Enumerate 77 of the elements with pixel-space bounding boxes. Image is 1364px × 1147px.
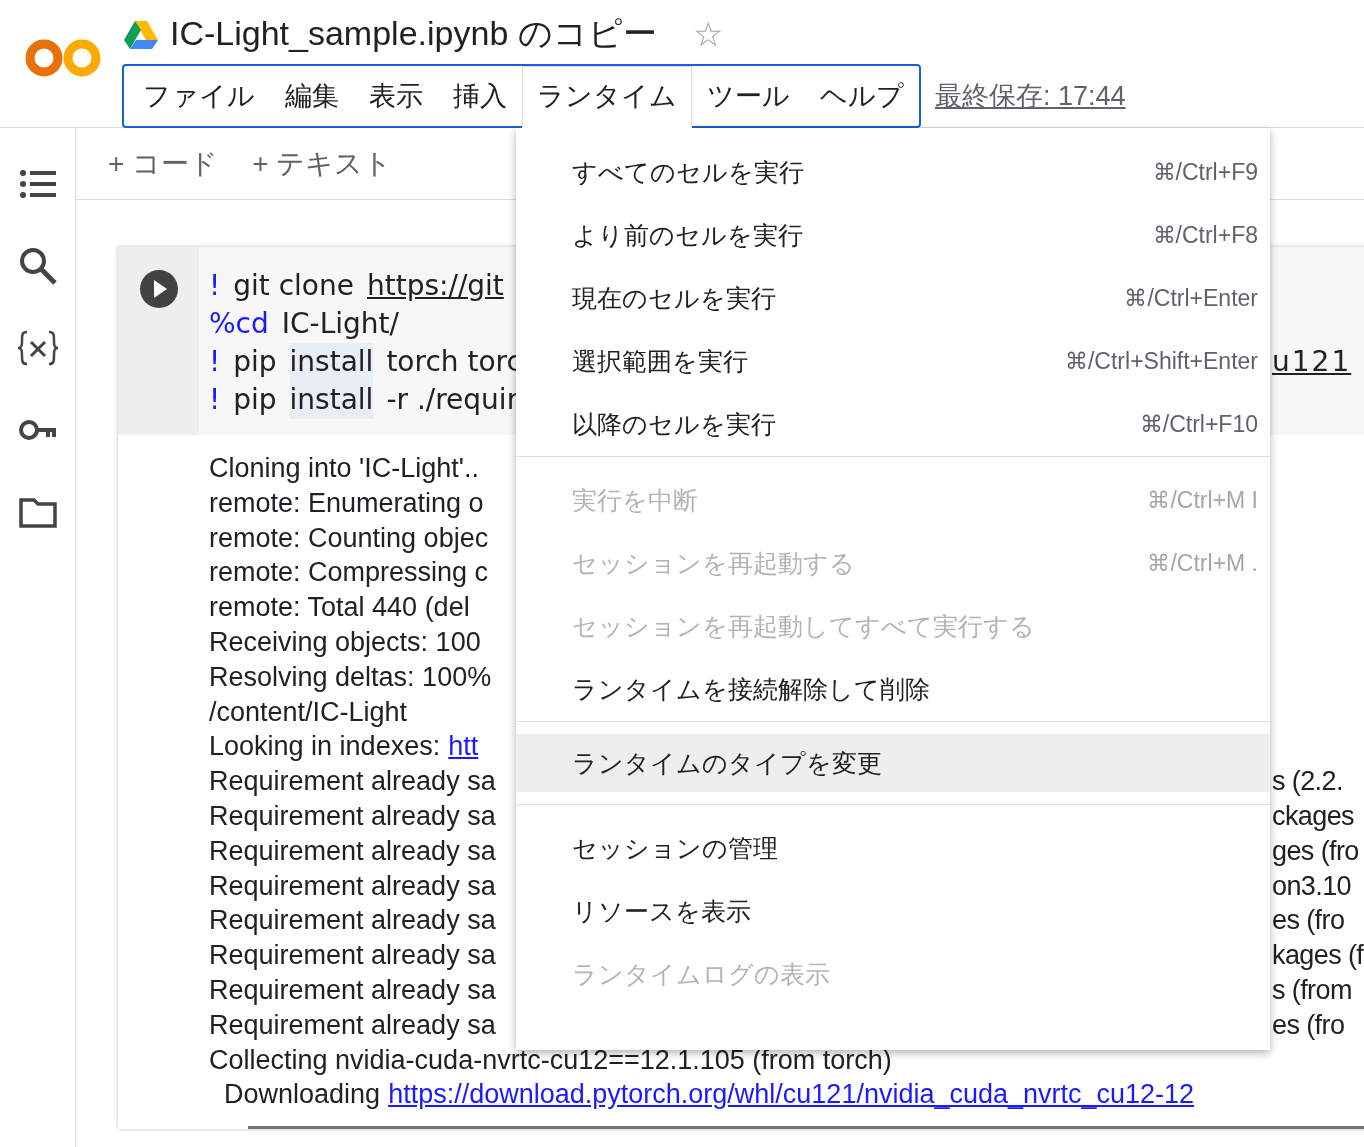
menu-option[interactable]: 選択範囲を実行 ⌘/Ctrl+Shift+Enter bbox=[516, 330, 1270, 393]
output-text: Receiving objects: 100 bbox=[209, 626, 481, 659]
menu-option: ランタイムログの表示 bbox=[516, 943, 1270, 1006]
menu-option: セッションを再起動してすべて実行する bbox=[516, 595, 1270, 658]
shortcut-text: ⌘/Ctrl+Shift+Enter bbox=[1064, 348, 1258, 375]
menu-item[interactable]: ランタイム bbox=[522, 66, 692, 128]
menu-item[interactable]: 編集 bbox=[270, 66, 354, 126]
output-text: kages (f bbox=[1272, 939, 1364, 973]
output-text: Requirement already sa bbox=[209, 904, 496, 938]
output-text: ges (fro bbox=[1272, 834, 1359, 868]
menu-item[interactable]: ツール bbox=[692, 66, 805, 126]
code-token: install bbox=[289, 381, 374, 419]
add-cell-button[interactable]: + テキスト bbox=[252, 144, 393, 183]
output-text: s (from bbox=[1272, 973, 1352, 1007]
output-text: Looking in indexes: bbox=[209, 730, 441, 764]
menu-option[interactable]: セッションの管理 bbox=[516, 817, 1270, 880]
output-text: es (fro bbox=[1272, 904, 1345, 938]
menu-option[interactable]: 現在のセルを実行 ⌘/Ctrl+Enter bbox=[516, 267, 1270, 330]
drive-icon bbox=[124, 19, 158, 49]
code-text: git clone bbox=[233, 268, 354, 304]
output-text: Resolving deltas: 100% bbox=[209, 660, 492, 694]
menu-option: 実行を中断 ⌘/Ctrl+M I bbox=[516, 469, 1270, 532]
menu-option[interactable]: すべてのセルを実行 ⌘/Ctrl+F9 bbox=[516, 141, 1270, 204]
output-text: /content/IC-Light bbox=[209, 695, 408, 729]
output-text: Cloning into 'IC-Light'.. bbox=[209, 452, 479, 485]
menu-option[interactable]: ランタイムのタイプを変更 bbox=[516, 734, 1270, 792]
code-keyword: %cd bbox=[209, 306, 269, 342]
menu-option[interactable]: リソースを表示 bbox=[516, 880, 1270, 943]
output-text: Requirement already sa bbox=[209, 939, 496, 973]
code-link[interactable]: https://git bbox=[366, 267, 504, 305]
menu-option[interactable]: より前のセルを実行 ⌘/Ctrl+F8 bbox=[516, 204, 1270, 267]
output-link[interactable]: https://download.pytorch.org/whl/cu121/nvidia_cuda_nvrtc_cu12-12 bbox=[388, 1077, 1195, 1113]
menu-item[interactable]: 挿入 bbox=[438, 66, 522, 126]
menu-option[interactable]: 以降のセルを実行 ⌘/Ctrl+F10 bbox=[516, 393, 1270, 456]
code-text: pip bbox=[233, 344, 277, 380]
shortcut-text: ⌘/Ctrl+Enter bbox=[1124, 285, 1258, 312]
menu-item[interactable]: ヘルプ bbox=[805, 66, 919, 126]
shortcut-text: ⌘/Ctrl+F10 bbox=[1139, 411, 1258, 438]
variables-icon[interactable] bbox=[17, 328, 58, 368]
last-saved-link[interactable]: 最終保存: 17:44 bbox=[935, 78, 1126, 114]
output-text: remote: Total 440 (del bbox=[209, 591, 470, 625]
output-text: Requirement already sa bbox=[209, 973, 496, 1007]
menu-option[interactable]: ランタイムを接続解除して削除 bbox=[516, 658, 1270, 721]
output-text: Requirement already sa bbox=[209, 834, 496, 868]
output-text: Requirement already sa bbox=[209, 1008, 496, 1042]
code-link[interactable]: u121 bbox=[1272, 343, 1352, 381]
notebook-title[interactable]: IC-Light_sample.ipynb のコピー bbox=[170, 11, 657, 57]
code-keyword: ! bbox=[209, 268, 221, 304]
output-text: remote: Enumerating o bbox=[209, 486, 484, 520]
code-token: install bbox=[289, 343, 374, 381]
search-icon[interactable] bbox=[17, 246, 58, 286]
output-text: Requirement already sa bbox=[209, 765, 496, 799]
add-cell-button[interactable]: + コード bbox=[108, 144, 219, 183]
output-text: Downloading bbox=[223, 1078, 381, 1112]
output-text: s (2.2. bbox=[1272, 765, 1343, 799]
shortcut-text: ⌘/Ctrl+F8 bbox=[1152, 222, 1258, 249]
output-text: on3.10 bbox=[1272, 869, 1351, 903]
menu-item[interactable]: ファイル bbox=[128, 66, 270, 126]
output-text: es (fro bbox=[1272, 1008, 1345, 1042]
menu-option: セッションを再起動する ⌘/Ctrl+M . bbox=[516, 532, 1270, 595]
code-text: IC-Light/ bbox=[281, 306, 399, 342]
code-keyword: ! bbox=[209, 344, 221, 380]
output-link[interactable]: htt bbox=[448, 729, 479, 765]
output-text: Collecting nvidia-cuda-nvrtc-cu12==12.1.105 (from torch) bbox=[209, 1043, 892, 1077]
menu-item[interactable]: 表示 bbox=[354, 66, 438, 126]
code-keyword: ! bbox=[209, 382, 221, 418]
shortcut-text: ⌘/Ctrl+M I bbox=[1147, 487, 1258, 514]
output-text: ckages bbox=[1272, 799, 1354, 833]
output-text: Requirement already sa bbox=[209, 869, 496, 903]
code-text: pip bbox=[233, 382, 277, 418]
output-text: Requirement already sa bbox=[209, 799, 496, 833]
output-text: remote: Compressing c bbox=[209, 556, 489, 590]
output-text: remote: Counting objec bbox=[209, 521, 489, 555]
code-text: -r ./requir bbox=[386, 382, 519, 418]
shortcut-text: ⌘/Ctrl+F9 bbox=[1152, 159, 1258, 186]
shortcut-text: ⌘/Ctrl+M . bbox=[1147, 550, 1258, 577]
run-button[interactable] bbox=[138, 269, 179, 309]
